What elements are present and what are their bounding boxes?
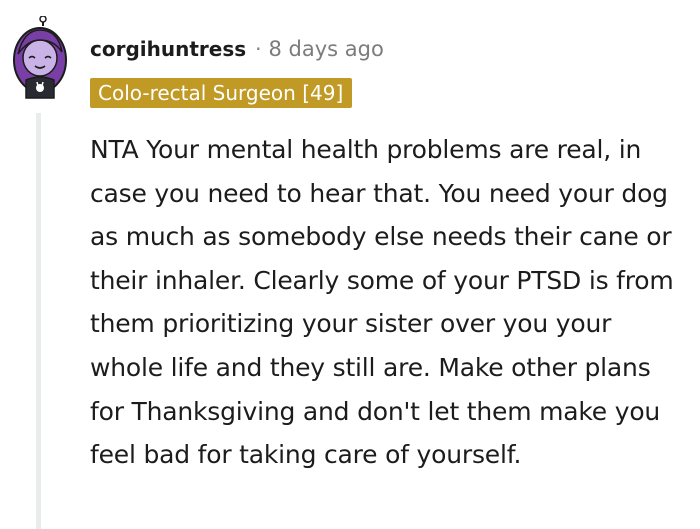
thread-line[interactable]	[36, 113, 41, 529]
comment-body: NTA Your mental health problems are real…	[90, 135, 674, 470]
snoo-avatar-icon	[13, 16, 67, 99]
meta-separator: ·	[255, 37, 262, 61]
user-flair: Colo-rectal Surgeon [49]	[90, 78, 353, 108]
username-link[interactable]: corgihuntress	[90, 37, 246, 61]
comment-meta: corgihuntress · 8 days ago	[90, 34, 384, 64]
comment-timestamp[interactable]: 8 days ago	[269, 37, 384, 61]
comment: corgihuntress · 8 days ago Colo-rectal S…	[0, 0, 700, 529]
user-avatar[interactable]	[10, 16, 70, 100]
